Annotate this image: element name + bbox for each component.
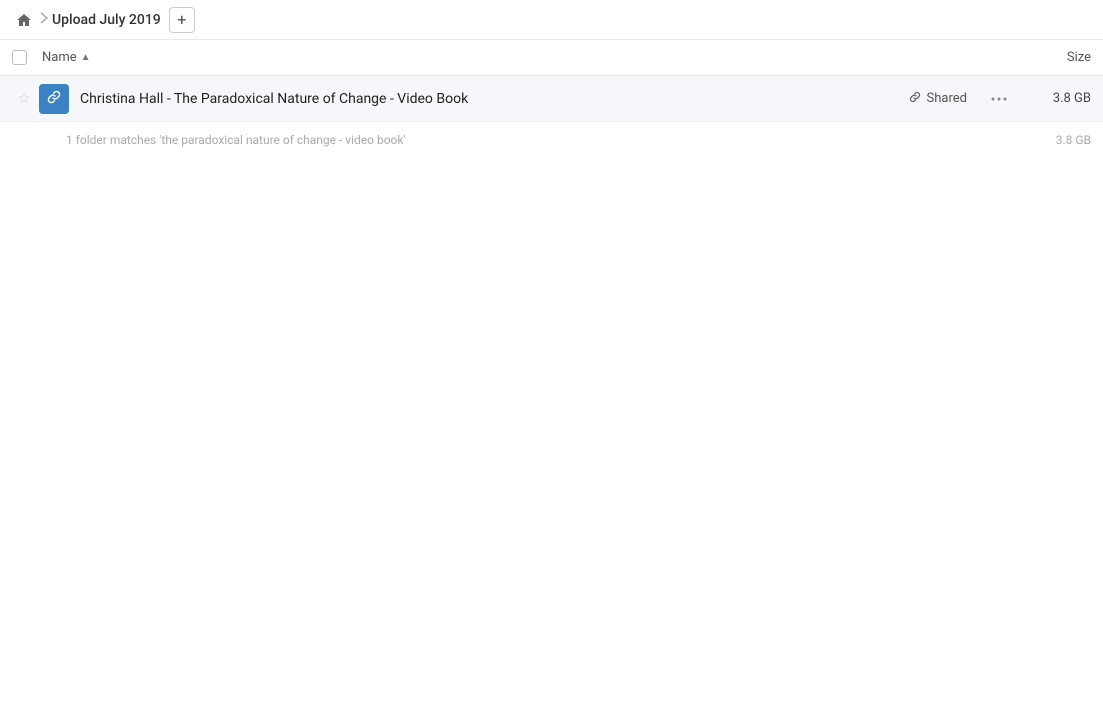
folder-link-icon	[46, 89, 62, 109]
column-size-header: Size	[1011, 50, 1091, 65]
summary-text: 1 folder matches 'the paradoxical nature…	[66, 133, 406, 147]
home-button[interactable]	[12, 8, 36, 32]
shared-link-icon	[908, 90, 922, 108]
breadcrumb-separator	[40, 12, 48, 27]
file-size: 3.8 GB	[1021, 91, 1091, 106]
add-button[interactable]: +	[169, 7, 195, 33]
breadcrumb-bar: Upload July 2019 +	[0, 0, 1103, 40]
folder-icon	[36, 84, 72, 114]
table-row[interactable]: ☆ Christina Hall - The Paradoxical Natur…	[0, 76, 1103, 122]
breadcrumb-current-label[interactable]: Upload July 2019	[52, 12, 161, 28]
sort-arrow-icon: ▲	[81, 52, 91, 63]
more-menu-button[interactable]	[985, 85, 1013, 113]
select-all-checkbox[interactable]	[12, 50, 42, 65]
summary-size: 3.8 GB	[1056, 133, 1091, 147]
shared-label: Shared	[927, 91, 967, 106]
column-name-header[interactable]: Name ▲	[42, 50, 1011, 65]
column-header-row: Name ▲ Size	[0, 40, 1103, 76]
file-name[interactable]: Christina Hall - The Paradoxical Nature …	[72, 91, 898, 107]
star-icon[interactable]: ☆	[12, 91, 36, 107]
shared-badge: Shared	[898, 87, 977, 111]
checkbox-all[interactable]	[12, 50, 27, 65]
summary-row: 1 folder matches 'the paradoxical nature…	[0, 122, 1103, 158]
